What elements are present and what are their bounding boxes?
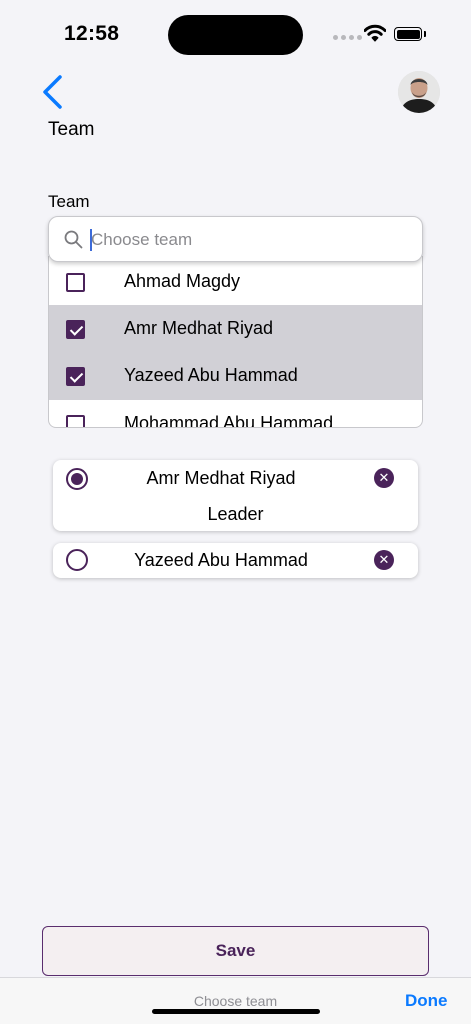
remove-member-icon[interactable]: ✕ xyxy=(374,550,394,570)
dropdown-option-label: Amr Medhat Riyad xyxy=(124,318,274,338)
back-button[interactable] xyxy=(38,72,70,114)
dropdown-option-label: Mohammad Abu Hammad xyxy=(124,413,334,428)
member-name: Amr Medhat Riyad xyxy=(146,468,296,488)
member-role: Leader xyxy=(207,504,264,524)
dynamic-island xyxy=(168,15,303,55)
dropdown-option-yazeed-abu-hammad[interactable]: Yazeed Abu Hammad xyxy=(49,352,422,400)
member-card-yazeed-abu-hammad: Yazeed Abu Hammad ✕ xyxy=(53,543,418,578)
signal-dots-icon xyxy=(333,35,362,40)
checkbox-checked[interactable] xyxy=(66,367,85,386)
wifi-icon xyxy=(364,24,386,42)
dropdown-option-mohammad-abu-hammad[interactable]: Mohammad Abu Hammad xyxy=(49,400,422,428)
team-field-label: Team xyxy=(48,192,90,211)
member-card-amr-medhat-riyad: Amr Medhat Riyad ✕ Leader xyxy=(53,460,418,531)
checkbox-unchecked[interactable] xyxy=(66,415,85,427)
text-cursor xyxy=(90,229,92,251)
accessory-title: Choose team xyxy=(193,993,278,1009)
checkbox-unchecked[interactable] xyxy=(66,273,85,292)
dropdown-option-amr-medhat-riyad[interactable]: Amr Medhat Riyad xyxy=(49,305,422,353)
status-time: 12:58 xyxy=(64,22,120,45)
done-button[interactable]: Done xyxy=(405,991,448,1011)
avatar-photo-icon xyxy=(398,71,440,113)
dropdown-option-label: Ahmad Magdy xyxy=(124,271,241,291)
dropdown-option-label: Yazeed Abu Hammad xyxy=(124,365,298,385)
profile-avatar[interactable] xyxy=(398,71,440,113)
dropdown-option-ahmad-magdy[interactable]: Ahmad Magdy xyxy=(49,258,422,306)
search-icon xyxy=(64,230,83,249)
home-indicator[interactable] xyxy=(152,1009,320,1014)
team-search-input[interactable] xyxy=(91,226,401,254)
chevron-left-icon xyxy=(43,75,62,109)
page-title: Team xyxy=(48,119,95,140)
status-bar: 12:58 xyxy=(0,0,471,70)
checkbox-checked[interactable] xyxy=(66,320,85,339)
member-name: Yazeed Abu Hammad xyxy=(134,550,308,570)
save-button[interactable]: Save xyxy=(42,926,429,976)
team-search-box[interactable] xyxy=(48,216,423,262)
battery-tip xyxy=(424,31,426,37)
keyboard-accessory-bar: Choose team Done xyxy=(0,977,471,1024)
team-dropdown-list[interactable]: Ahmad Magdy Amr Medhat Riyad Yazeed Abu … xyxy=(48,256,423,428)
battery-icon xyxy=(394,27,422,41)
remove-member-icon[interactable]: ✕ xyxy=(374,468,394,488)
